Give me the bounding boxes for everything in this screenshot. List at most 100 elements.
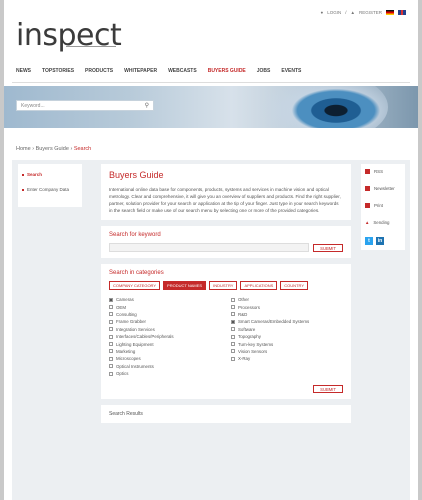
tab-applications[interactable]: APPLICATIONS [240, 281, 278, 290]
checkbox-icon[interactable] [231, 349, 235, 354]
results-title: Search Results [109, 411, 143, 418]
category-checkbox-item[interactable]: Integration Services [109, 326, 221, 333]
checkbox-icon[interactable] [109, 356, 113, 361]
breadcrumb-buyers-guide[interactable]: Buyers Guide [36, 146, 69, 152]
checkbox-icon[interactable] [109, 305, 113, 310]
breadcrumb-separator: › [32, 146, 35, 152]
category-label: X-Ray [238, 356, 251, 362]
intro-text: International online data base for compo… [109, 187, 341, 213]
categories-submit-button[interactable]: SUBMIT [313, 385, 343, 394]
search-icon[interactable]: ⚲ [145, 102, 149, 109]
category-checkbox-item[interactable]: Smart Cameras/Embedded Systems [231, 318, 343, 325]
category-checkbox-item[interactable]: Consulting [109, 311, 221, 318]
checkbox-icon[interactable] [109, 364, 113, 369]
category-column-left: Cameras OEM Consulting Frame Grabber Integra… [109, 296, 221, 377]
category-label: Microscopes [116, 356, 141, 362]
site-search-input[interactable]: Keyword... ⚲ [16, 100, 154, 111]
nav-news[interactable]: NEWS [16, 68, 31, 74]
site-logo[interactable]: inspect [16, 18, 122, 53]
register-link[interactable]: REGISTER [359, 10, 382, 15]
checkbox-icon[interactable] [231, 342, 235, 347]
checkbox-icon[interactable] [109, 297, 113, 302]
bullet-icon [22, 188, 24, 191]
category-checkbox-item[interactable]: Interfaces/Cables/Peripherals [109, 333, 221, 340]
category-checkbox-item[interactable]: Marketing [109, 348, 221, 355]
nav-whitepaper[interactable]: WHITEPAPER [124, 68, 157, 74]
checkbox-icon[interactable] [231, 319, 235, 324]
category-checkbox-item[interactable]: Processors [231, 303, 343, 310]
category-checkbox-item[interactable]: Lighting Equipment [109, 340, 221, 347]
checkbox-icon[interactable] [109, 327, 113, 332]
category-label: Optical Instruments [116, 363, 154, 369]
sending-link[interactable]: ▲ Sending [365, 220, 401, 225]
checkbox-icon[interactable] [231, 305, 235, 310]
sidebar-item-enter-company-data[interactable]: Enter Company Data [22, 187, 78, 192]
tab-product-names[interactable]: PRODUCT NAMES [163, 281, 207, 290]
left-sidebar: Search Enter Company Data [18, 164, 82, 207]
checkbox-icon[interactable] [109, 371, 113, 376]
category-checkbox-item[interactable]: Optics [109, 370, 221, 377]
nav-jobs[interactable]: JOBS [257, 68, 271, 74]
linkedin-icon[interactable]: in [376, 237, 384, 245]
nav-webcasts[interactable]: WEBCASTS [168, 68, 197, 74]
keyword-submit-button[interactable]: SUBMIT [313, 243, 343, 252]
category-checkbox-item[interactable]: Frame Grabber [109, 318, 221, 325]
register-icon: ▲ [350, 10, 355, 15]
nav-events[interactable]: EVENTS [281, 68, 301, 74]
category-checkbox-item[interactable]: Software [231, 326, 343, 333]
category-checkbox-item[interactable]: Turn-key Systems [231, 340, 343, 347]
tab-industry[interactable]: INDUSTRY [209, 281, 238, 290]
login-link[interactable]: LOGIN [327, 10, 341, 15]
categories-title: Search in categories [109, 270, 164, 276]
category-label: Integration Services [116, 326, 155, 332]
breadcrumb-current: Search [73, 146, 92, 152]
tab-country[interactable]: COUNTRY [280, 281, 309, 290]
category-checkbox-item[interactable]: Topography [231, 333, 343, 340]
category-checkbox-item[interactable]: X-Ray [231, 355, 343, 362]
checkbox-icon[interactable] [109, 312, 113, 317]
topbar-divider: / [345, 10, 347, 15]
category-label: Topography [238, 334, 261, 340]
category-checkbox-item[interactable]: Vision Sensors [231, 348, 343, 355]
sidebar-item-search[interactable]: Search [22, 172, 78, 177]
category-label: Processors [238, 304, 260, 310]
keyword-search-card: Search for keyword SUBMIT [101, 226, 351, 258]
hero-banner: Keyword... ⚲ [4, 86, 418, 128]
envelope-icon [365, 186, 370, 191]
category-checkbox-grid: Cameras OEM Consulting Frame Grabber Integra… [109, 296, 343, 377]
checkbox-icon[interactable] [231, 297, 235, 302]
keyword-input[interactable] [109, 243, 310, 252]
category-label: R&D [238, 311, 248, 317]
rss-icon [365, 169, 370, 174]
checkbox-icon[interactable] [109, 334, 113, 339]
checkbox-icon[interactable] [109, 349, 113, 354]
social-links: t in [365, 237, 401, 245]
nav-divider [12, 82, 410, 83]
category-checkbox-item[interactable]: Cameras [109, 296, 221, 303]
category-checkbox-item[interactable]: Microscopes [109, 355, 221, 362]
checkbox-icon[interactable] [231, 327, 235, 332]
category-checkbox-item[interactable]: Optical Instruments [109, 363, 221, 370]
checkbox-icon[interactable] [109, 319, 113, 324]
category-checkbox-item[interactable]: Other [231, 296, 343, 303]
tab-company-category[interactable]: COMPANY CATEGORY [109, 281, 161, 290]
newsletter-link[interactable]: Newsletter [365, 186, 401, 191]
flag-uk-icon[interactable] [398, 10, 406, 15]
print-link[interactable]: Print [365, 203, 401, 208]
nav-topstories[interactable]: TOPSTORIES [42, 68, 74, 74]
nav-products[interactable]: PRODUCTS [85, 68, 113, 74]
checkbox-icon[interactable] [231, 312, 235, 317]
checkbox-icon[interactable] [109, 342, 113, 347]
category-label: Software [238, 326, 256, 332]
category-checkbox-item[interactable]: OEM [109, 303, 221, 310]
twitter-icon[interactable]: t [365, 237, 373, 245]
keyword-search-row: SUBMIT [109, 243, 343, 252]
breadcrumb-home[interactable]: Home [16, 146, 31, 152]
flag-de-icon[interactable] [386, 10, 394, 15]
header: inspect ● LOGIN / ▲ REGISTER [4, 0, 418, 60]
nav-buyers-guide[interactable]: BUYERS GUIDE [208, 68, 246, 74]
checkbox-icon[interactable] [231, 334, 235, 339]
rss-link[interactable]: RSS [365, 169, 401, 174]
category-checkbox-item[interactable]: R&D [231, 311, 343, 318]
checkbox-icon[interactable] [231, 356, 235, 361]
